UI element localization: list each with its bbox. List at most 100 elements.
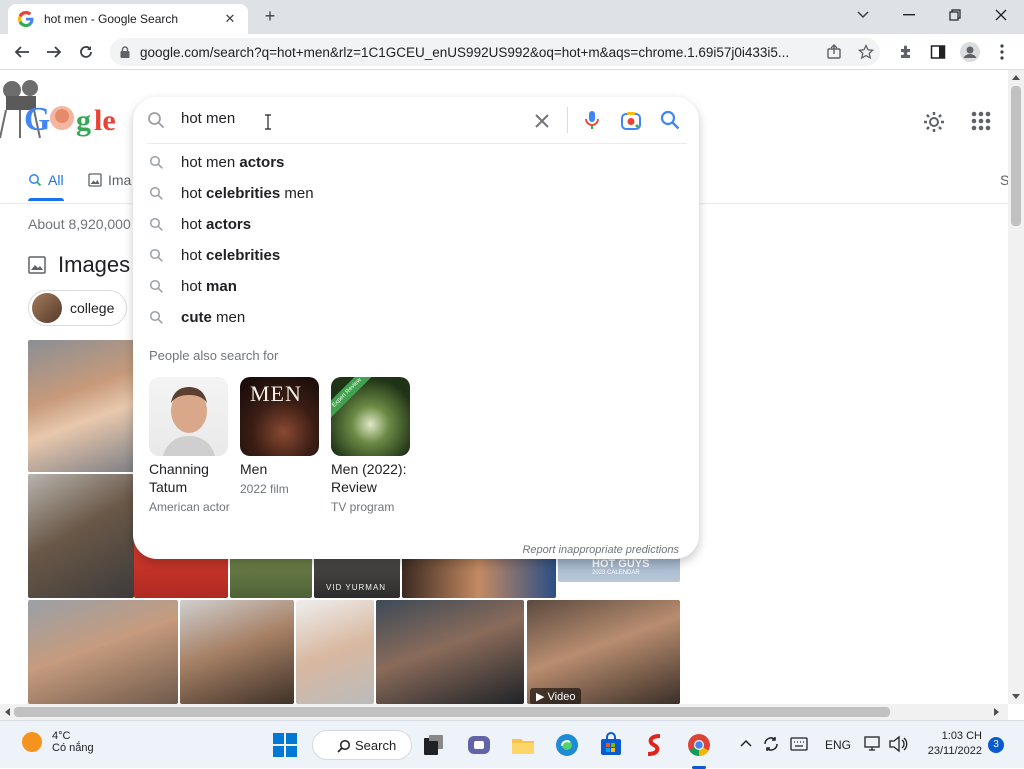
scroll-down-arrow-icon[interactable] xyxy=(1012,694,1020,700)
google-doodle-logo[interactable]: G g le xyxy=(0,78,120,140)
show-hidden-icons-chevron-icon[interactable] xyxy=(740,739,752,747)
scroll-left-arrow-icon[interactable] xyxy=(4,708,10,716)
entity-name: Channing Tatum xyxy=(149,461,209,495)
text-cursor-icon xyxy=(265,114,271,130)
task-view-icon[interactable] xyxy=(420,732,446,758)
image-result[interactable] xyxy=(28,600,178,704)
chip-thumbnail xyxy=(32,293,62,323)
search-icon xyxy=(149,279,163,293)
search-icon xyxy=(148,112,165,129)
clock-date: 23/11/2022 xyxy=(927,745,982,757)
suggestion-item[interactable]: hot actors xyxy=(133,209,699,240)
divider xyxy=(567,107,568,133)
search-submit-icon[interactable] xyxy=(659,109,681,131)
google-apps-grid-icon[interactable] xyxy=(970,110,992,132)
svg-text:G: G xyxy=(24,101,50,138)
sun-icon xyxy=(22,732,42,752)
image-overlay-text: 2023 CALENDAR xyxy=(592,570,640,576)
suggestion-item[interactable]: hot man xyxy=(133,271,699,302)
language-indicator[interactable]: ENG xyxy=(825,738,851,752)
notification-badge[interactable]: 3 xyxy=(988,737,1004,753)
search-input[interactable]: hot men xyxy=(181,110,235,127)
address-bar[interactable]: google.com/search?q=hot+men&rlz=1C1GCEU_… xyxy=(110,38,880,66)
images-heading-label: Images xyxy=(58,252,131,277)
settings-gear-icon[interactable] xyxy=(922,110,946,134)
network-icon[interactable] xyxy=(864,735,882,753)
suggestion-item[interactable]: hot men actors xyxy=(133,147,699,178)
app-red-s-icon[interactable] xyxy=(642,732,668,758)
entity-card-men[interactable]: MEN Men 2022 film xyxy=(240,377,326,497)
browser-tab-active[interactable]: hot men - Google Search ✕ xyxy=(8,4,248,34)
suggestion-item[interactable]: hot celebrities xyxy=(133,240,699,271)
poster-title-text: MEN xyxy=(250,381,302,406)
file-explorer-icon[interactable] xyxy=(510,732,536,758)
browser-tab-strip: hot men - Google Search ✕ + xyxy=(0,0,1024,34)
suggestion-item[interactable]: cute men xyxy=(133,302,699,333)
scroll-up-arrow-icon[interactable] xyxy=(1012,74,1020,80)
volume-icon[interactable] xyxy=(888,735,908,753)
search-box[interactable]: hot men xyxy=(133,97,699,143)
close-tab-icon[interactable]: ✕ xyxy=(222,11,238,27)
image-result[interactable] xyxy=(180,600,294,704)
horizontal-scrollbar[interactable] xyxy=(0,704,1008,720)
image-result[interactable] xyxy=(376,600,524,704)
voice-search-mic-icon[interactable] xyxy=(581,109,603,131)
weather-widget[interactable]: 4°C Có nắng xyxy=(22,730,94,754)
vertical-scroll-thumb[interactable] xyxy=(1011,86,1021,226)
scroll-right-arrow-icon[interactable] xyxy=(994,708,1000,716)
url-text[interactable]: google.com/search?q=hot+men&rlz=1C1GCEU_… xyxy=(140,45,820,60)
entity-subtitle: 2022 film xyxy=(240,482,289,496)
clear-search-icon[interactable] xyxy=(531,110,553,132)
video-badge: ▶ Video xyxy=(530,688,582,704)
browser-menu-icon[interactable] xyxy=(992,42,1012,62)
tab-images-label: Ima xyxy=(108,172,132,188)
refinement-chip-college[interactable]: college xyxy=(28,290,128,326)
taskbar-search-box[interactable]: Search xyxy=(312,730,412,760)
result-stats: About 8,920,000 xyxy=(28,216,131,232)
share-icon[interactable] xyxy=(824,42,844,62)
suggestion-text: hot man xyxy=(181,278,237,295)
chrome-browser-icon[interactable] xyxy=(686,732,712,758)
microsoft-store-icon[interactable] xyxy=(598,732,624,758)
tab-all-label: All xyxy=(48,172,64,188)
image-result[interactable] xyxy=(28,474,134,598)
sync-icon[interactable] xyxy=(762,735,780,753)
back-arrow-icon[interactable] xyxy=(10,40,34,64)
entity-subtitle: TV program xyxy=(331,500,395,514)
teams-chat-icon[interactable] xyxy=(466,732,492,758)
tab-title: hot men - Google Search xyxy=(44,12,179,26)
keyboard-icon[interactable] xyxy=(790,737,808,751)
tab-all[interactable]: All xyxy=(28,172,64,188)
windows-start-icon[interactable] xyxy=(272,732,298,758)
suggestion-text: cute men xyxy=(181,309,246,326)
vertical-scrollbar[interactable] xyxy=(1008,70,1024,704)
restore-icon[interactable] xyxy=(940,4,970,26)
suggestion-item[interactable]: hot celebrities men xyxy=(133,178,699,209)
close-window-icon[interactable] xyxy=(986,4,1016,26)
search-autocomplete-dropdown: hot men hot men actors hot celebrities m… xyxy=(133,97,699,559)
tab-right-partial[interactable]: S xyxy=(1000,172,1008,188)
tab-search-chevron-icon[interactable] xyxy=(848,4,878,26)
minimize-icon[interactable] xyxy=(894,4,924,26)
edge-browser-icon[interactable] xyxy=(554,732,580,758)
tab-images[interactable]: Ima xyxy=(88,172,131,188)
report-predictions-link[interactable]: Report inappropriate predictions xyxy=(522,544,679,556)
entity-card-men-review[interactable]: Expert Review Men (2022): Review TV prog… xyxy=(331,377,417,515)
reload-icon[interactable] xyxy=(74,40,98,64)
system-clock[interactable]: 1:03 CH 23/11/2022 xyxy=(922,729,982,759)
entity-card-channing-tatum[interactable]: Channing Tatum American actor xyxy=(149,377,235,515)
image-result[interactable] xyxy=(296,600,374,704)
chip-label: college xyxy=(70,300,115,316)
side-panel-icon[interactable] xyxy=(928,42,948,62)
page-content: G g le All Ima S About 8,920,000 Images … xyxy=(0,70,1008,704)
svg-text:g: g xyxy=(76,104,91,137)
extensions-icon[interactable] xyxy=(896,42,916,62)
bookmark-star-icon[interactable] xyxy=(856,42,876,62)
lock-icon[interactable] xyxy=(118,45,132,59)
forward-arrow-icon[interactable] xyxy=(42,40,66,64)
horizontal-scroll-thumb[interactable] xyxy=(14,707,890,717)
new-tab-icon[interactable]: + xyxy=(260,6,280,26)
google-lens-camera-icon[interactable] xyxy=(619,109,643,133)
profile-avatar-icon[interactable] xyxy=(960,42,980,62)
image-result[interactable] xyxy=(28,340,134,472)
